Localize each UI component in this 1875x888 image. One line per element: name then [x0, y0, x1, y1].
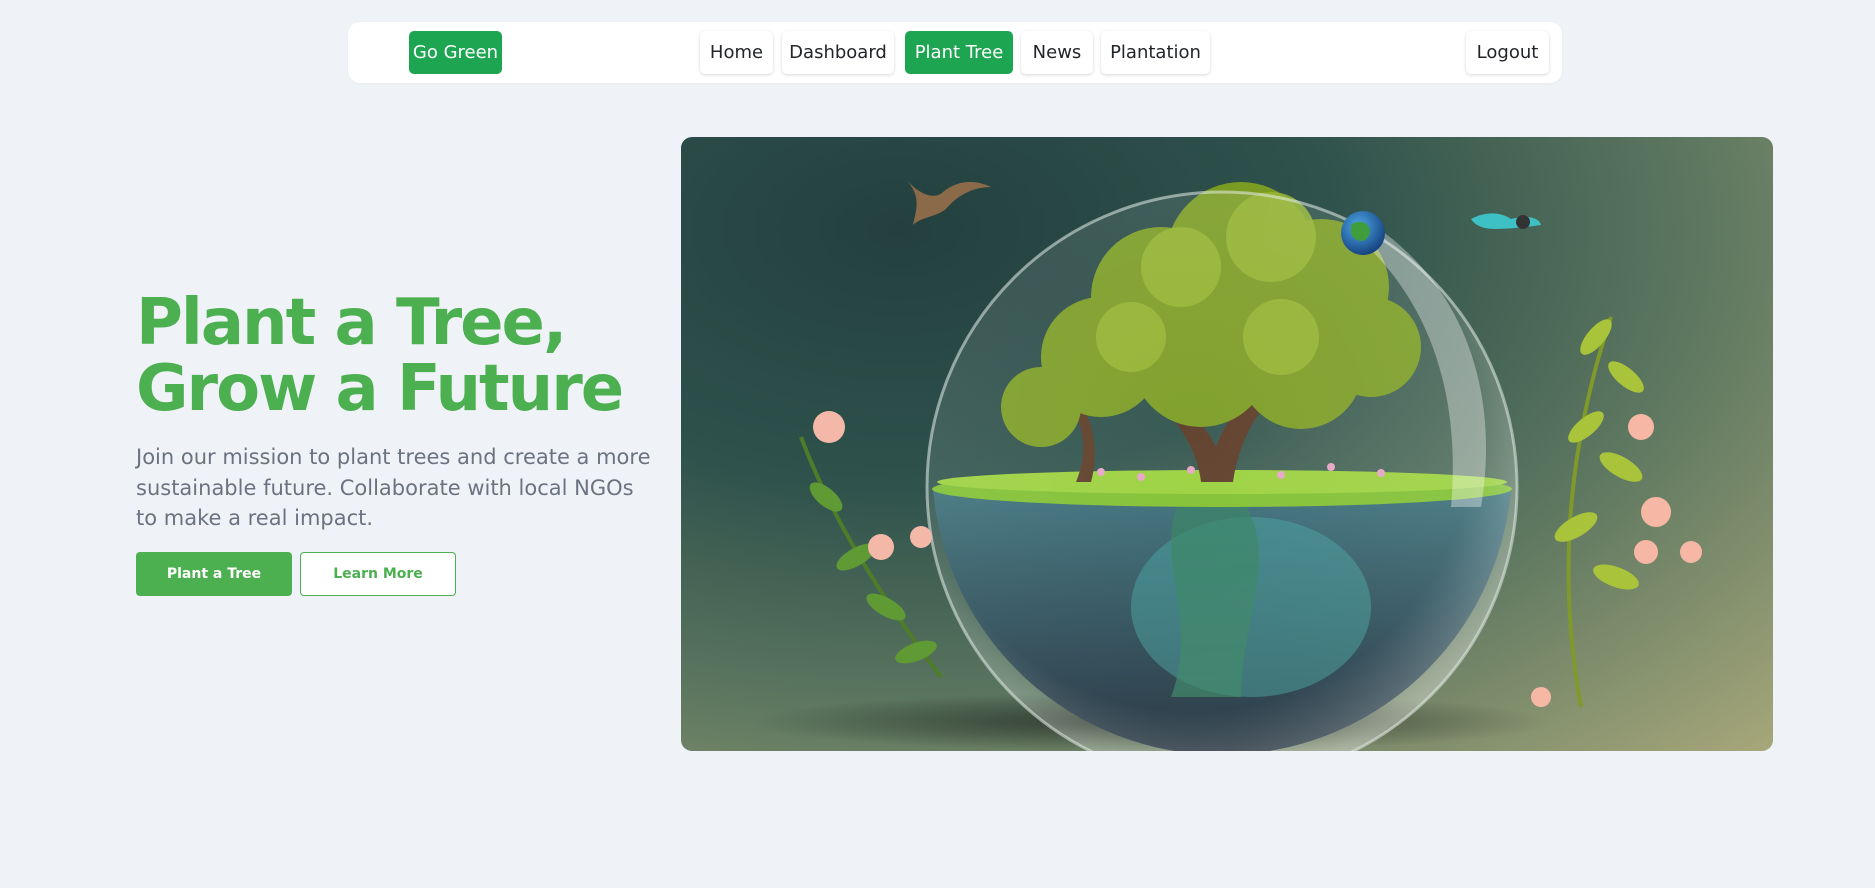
plant-a-tree-button[interactable]: Plant a Tree [136, 552, 292, 596]
hero-description: Join our mission to plant trees and crea… [136, 445, 651, 530]
nav-plant-tree-link[interactable]: Plant Tree [905, 31, 1013, 74]
nav-dashboard-link[interactable]: Dashboard [782, 31, 894, 74]
top-navbar: Go Green Home Dashboard Plant Tree News … [348, 22, 1562, 83]
nav-news-link[interactable]: News [1021, 31, 1093, 74]
hero-title-line-1: Plant a Tree, [136, 286, 567, 360]
hero-title: Plant a Tree, Grow a Future [136, 290, 696, 422]
hero-title-line-2: Grow a Future [136, 352, 624, 426]
terrarium-illustration [751, 179, 1702, 751]
brand-go-green-button[interactable]: Go Green [409, 31, 502, 74]
logout-button[interactable]: Logout [1466, 31, 1549, 74]
nav-plantation-link[interactable]: Plantation [1101, 31, 1210, 74]
learn-more-button[interactable]: Learn More [300, 552, 456, 596]
hero-terrarium-image [681, 137, 1773, 751]
nav-home-link[interactable]: Home [700, 31, 773, 74]
